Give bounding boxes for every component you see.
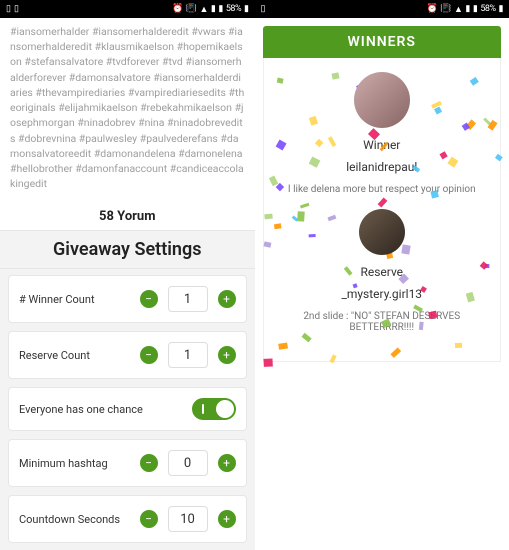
- signal-icon: ▮: [473, 4, 477, 14]
- status-right: ⏰ 📳 ▲ ▮ ▮ 58% ▮: [172, 4, 248, 15]
- countdown-value[interactable]: 10: [168, 506, 208, 532]
- status-right: ⏰ 📳 ▲ ▮ ▮ 58% ▮: [427, 4, 503, 15]
- minus-button[interactable]: −: [140, 346, 158, 364]
- stepper: − 0 +: [140, 450, 236, 476]
- plus-button[interactable]: +: [218, 454, 236, 472]
- post-hashtags: #iansomerhalder #iansomerhalderedit #vwa…: [10, 24, 245, 191]
- signal-icon: ▮: [211, 4, 215, 14]
- battery-text: 58%: [480, 4, 495, 14]
- status-left: ▯: [261, 4, 266, 14]
- row-winner-count: # Winner Count − 1 +: [8, 275, 247, 323]
- sim-icon: ▯: [6, 4, 11, 14]
- phone-left: ▯ ▯ ⏰ 📳 ▲ ▮ ▮ 58% ▮ #iansomerhalder #ian…: [0, 0, 255, 550]
- sim-icon: ▯: [14, 4, 19, 14]
- plus-button[interactable]: +: [218, 510, 236, 528]
- battery-text: 58%: [226, 4, 241, 14]
- status-bar: ▯ ⏰ 📳 ▲ ▮ ▮ 58% ▮: [255, 0, 509, 18]
- winner-role: Winner: [274, 138, 491, 152]
- right-content: WINNERS Winner leilanidrepaul I like del…: [255, 18, 509, 550]
- one-chance-toggle[interactable]: [192, 398, 236, 420]
- winner-count-value[interactable]: 1: [168, 286, 208, 312]
- signal-icon: ▮: [218, 4, 222, 14]
- reserve-username: _mystery.girl13: [274, 287, 491, 301]
- battery-icon: ▮: [244, 4, 248, 14]
- row-reserve-count: Reserve Count − 1 +: [8, 331, 247, 379]
- row-one-chance: Everyone has one chance: [8, 387, 247, 431]
- winner-comment: I like delena more but respect your opin…: [274, 184, 491, 195]
- minus-button[interactable]: −: [140, 290, 158, 308]
- vibrate-icon: 📳: [440, 4, 451, 14]
- winner-username: leilanidrepaul: [274, 160, 491, 174]
- row-label: # Winner Count: [19, 293, 95, 306]
- alarm-icon: ⏰: [172, 4, 183, 14]
- row-min-hashtag: Minimum hashtag − 0 +: [8, 439, 247, 487]
- wifi-icon: ▲: [454, 4, 462, 15]
- wifi-icon: ▲: [200, 4, 208, 15]
- comments-count: 58 Yorum: [0, 199, 255, 230]
- reserve-count-value[interactable]: 1: [168, 342, 208, 368]
- reserve-comment: 2nd slide : "NO" STEFAN DESERVES BETTERR…: [274, 311, 491, 333]
- row-label: Countdown Seconds: [19, 513, 120, 526]
- stepper: − 10 +: [140, 506, 236, 532]
- status-bar: ▯ ▯ ⏰ 📳 ▲ ▮ ▮ 58% ▮: [0, 0, 255, 18]
- sim-icon: ▯: [261, 4, 266, 14]
- winner-avatar: [354, 72, 410, 128]
- toggle-wrap: [192, 398, 236, 420]
- stepper: − 1 +: [140, 342, 236, 368]
- vibrate-icon: 📳: [186, 4, 197, 14]
- row-label: Minimum hashtag: [19, 457, 108, 470]
- row-countdown: Countdown Seconds − 10 +: [8, 495, 247, 543]
- reserve-role: Reserve: [274, 265, 491, 279]
- reserve-avatar: [359, 209, 405, 255]
- winners-header: WINNERS: [263, 26, 502, 58]
- alarm-icon: ⏰: [427, 4, 438, 14]
- row-label: Everyone has one chance: [19, 403, 143, 416]
- row-label: Reserve Count: [19, 349, 90, 362]
- plus-button[interactable]: +: [218, 346, 236, 364]
- minus-button[interactable]: −: [140, 510, 158, 528]
- left-content: #iansomerhalder #iansomerhalderedit #vwa…: [0, 18, 255, 550]
- settings-title: Giveaway Settings: [0, 230, 255, 269]
- min-hashtag-value[interactable]: 0: [168, 450, 208, 476]
- minus-button[interactable]: −: [140, 454, 158, 472]
- phone-right: ▯ ⏰ 📳 ▲ ▮ ▮ 58% ▮ WINNERS Winner leilani…: [255, 0, 509, 550]
- battery-icon: ▮: [499, 4, 503, 14]
- stepper: − 1 +: [140, 286, 236, 312]
- plus-button[interactable]: +: [218, 290, 236, 308]
- settings-panel: # Winner Count − 1 + Reserve Count − 1 +…: [0, 269, 255, 550]
- winners-body: Winner leilanidrepaul I like delena more…: [263, 58, 502, 362]
- post-card: #iansomerhalder #iansomerhalderedit #vwa…: [0, 18, 255, 199]
- status-left: ▯ ▯: [6, 4, 19, 14]
- signal-icon: ▮: [465, 4, 469, 14]
